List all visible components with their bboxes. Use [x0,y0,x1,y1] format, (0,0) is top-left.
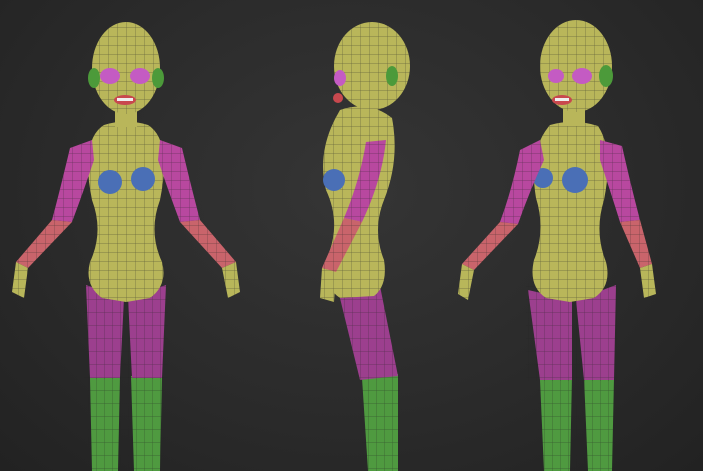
tq-ear [599,65,613,87]
front-right-ear [152,68,164,88]
scene-render [12,20,656,471]
character-three-quarter-view [458,20,656,471]
front-right-eye [130,68,150,84]
tq-right-eye [572,68,592,84]
front-chest-right [131,167,155,191]
tq-left-eye [548,69,564,83]
viewport [0,0,703,471]
side-lips [333,93,343,103]
side-eye [334,70,346,86]
character-front-view [12,22,240,471]
front-chest-left [98,170,122,194]
side-chest [323,169,345,191]
character-side-view [320,22,410,471]
front-left-eye [100,68,120,84]
front-left-ear [88,68,100,88]
tq-chest-right [562,167,588,193]
side-ear [386,66,398,86]
